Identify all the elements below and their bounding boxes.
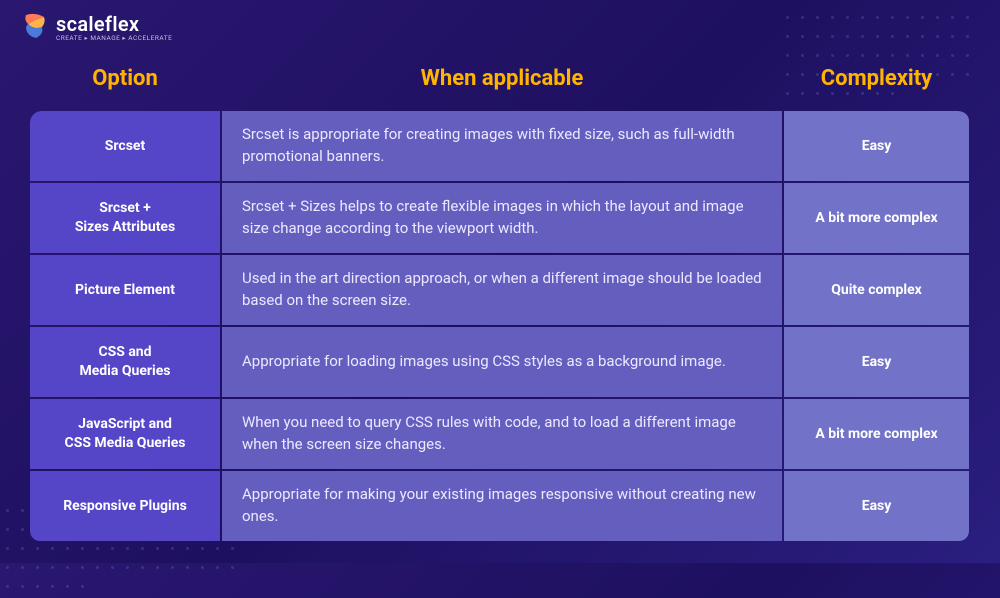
brand-tagline: CREATE ▸ MANAGE ▸ ACCELERATE xyxy=(56,34,172,42)
header-complexity: Complexity xyxy=(784,60,969,101)
cell-description: Used in the art direction approach, or w… xyxy=(222,255,782,325)
table-row: Srcset Srcset is appropriate for creatin… xyxy=(30,111,970,181)
brand-name: scaleflex xyxy=(56,12,172,36)
cell-description: Srcset + Sizes helps to create flexible … xyxy=(222,183,782,253)
table-row: Srcset +Sizes Attributes Srcset + Sizes … xyxy=(30,183,970,253)
cell-description: Appropriate for making your existing ima… xyxy=(222,471,782,541)
cell-complexity: Easy xyxy=(784,471,969,541)
cell-complexity: A bit more complex xyxy=(784,399,969,469)
cell-option: Picture Element xyxy=(30,255,220,325)
cell-option: JavaScript andCSS Media Queries xyxy=(30,399,220,469)
table-row: JavaScript andCSS Media Queries When you… xyxy=(30,399,970,469)
table-body: Srcset Srcset is appropriate for creatin… xyxy=(30,111,970,543)
table-row: Responsive Plugins Appropriate for makin… xyxy=(30,471,970,541)
cell-complexity: A bit more complex xyxy=(784,183,969,253)
cell-description: Appropriate for loading images using CSS… xyxy=(222,327,782,397)
cell-complexity: Easy xyxy=(784,111,969,181)
cell-complexity: Easy xyxy=(784,327,969,397)
table-row: Picture Element Used in the art directio… xyxy=(30,255,970,325)
cell-option: CSS andMedia Queries xyxy=(30,327,220,397)
logo-mark-icon xyxy=(22,12,48,42)
cell-option: Srcset xyxy=(30,111,220,181)
cell-option: Responsive Plugins xyxy=(30,471,220,541)
header-option: Option xyxy=(30,60,220,101)
cell-description: When you need to query CSS rules with co… xyxy=(222,399,782,469)
table-header-row: Option When applicable Complexity xyxy=(30,60,970,101)
header-when-applicable: When applicable xyxy=(222,60,782,101)
table-row: CSS andMedia Queries Appropriate for loa… xyxy=(30,327,970,397)
comparison-table: Option When applicable Complexity Srcset… xyxy=(30,60,970,543)
brand-text-block: scaleflex CREATE ▸ MANAGE ▸ ACCELERATE xyxy=(56,12,172,42)
cell-complexity: Quite complex xyxy=(784,255,969,325)
cell-description: Srcset is appropriate for creating image… xyxy=(222,111,782,181)
brand-logo: scaleflex CREATE ▸ MANAGE ▸ ACCELERATE xyxy=(22,12,172,42)
cell-option: Srcset +Sizes Attributes xyxy=(30,183,220,253)
